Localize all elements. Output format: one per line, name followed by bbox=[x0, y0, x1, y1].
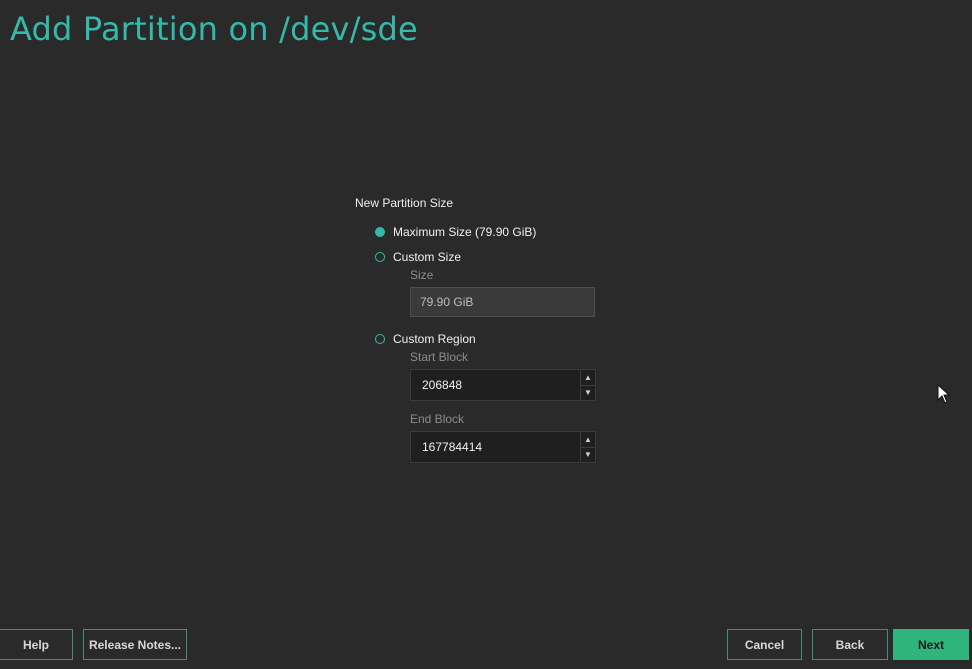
add-partition-page: Add Partition on /dev/sde New Partition … bbox=[0, 0, 972, 669]
start-block-input[interactable]: 206848 bbox=[411, 370, 580, 400]
release-notes-button[interactable]: Release Notes... bbox=[83, 629, 187, 660]
custom-size-radio[interactable]: Custom Size bbox=[375, 250, 461, 264]
maximum-size-radio[interactable]: Maximum Size (79.90 GiB) bbox=[375, 225, 536, 239]
start-block-spinbox[interactable]: 206848 ▲ ▼ bbox=[410, 369, 596, 401]
custom-region-label: Custom Region bbox=[393, 332, 476, 346]
end-block-spin-buttons: ▲ ▼ bbox=[580, 432, 595, 462]
end-block-label: End Block bbox=[410, 412, 465, 426]
cancel-button[interactable]: Cancel bbox=[727, 629, 802, 660]
spin-up-arrow-icon[interactable]: ▲ bbox=[581, 370, 595, 385]
help-button[interactable]: Help bbox=[0, 629, 73, 660]
end-block-spinbox[interactable]: 167784414 ▲ ▼ bbox=[410, 431, 596, 463]
radio-selected-icon bbox=[375, 227, 385, 237]
spin-down-arrow-icon[interactable]: ▼ bbox=[581, 384, 595, 401]
size-input[interactable]: 79.90 GiB bbox=[410, 287, 595, 317]
new-partition-size-label: New Partition Size bbox=[355, 196, 454, 210]
spin-down-arrow-icon[interactable]: ▼ bbox=[581, 446, 595, 463]
start-block-label: Start Block bbox=[410, 350, 469, 364]
radio-unselected-icon bbox=[375, 252, 385, 262]
maximum-size-label: Maximum Size (79.90 GiB) bbox=[393, 225, 537, 239]
custom-size-label: Custom Size bbox=[393, 250, 462, 264]
end-block-input[interactable]: 167784414 bbox=[411, 432, 580, 462]
mouse-pointer-icon bbox=[937, 384, 951, 404]
next-button[interactable]: Next bbox=[893, 629, 969, 660]
page-title: Add Partition on /dev/sde bbox=[10, 10, 418, 48]
size-label: Size bbox=[410, 268, 434, 282]
radio-unselected-icon bbox=[375, 334, 385, 344]
spin-up-arrow-icon[interactable]: ▲ bbox=[581, 432, 595, 447]
back-button[interactable]: Back bbox=[812, 629, 888, 660]
custom-region-radio[interactable]: Custom Region bbox=[375, 332, 476, 346]
start-block-spin-buttons: ▲ ▼ bbox=[580, 370, 595, 400]
